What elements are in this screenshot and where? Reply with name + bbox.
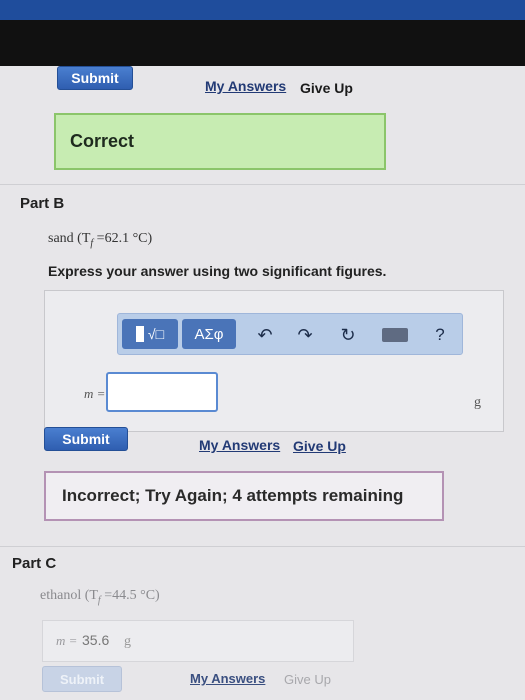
divider: [0, 546, 525, 547]
correct-feedback-text: Correct: [70, 131, 135, 151]
top-bezel: [0, 0, 525, 20]
part-b-give-up-link[interactable]: Give Up: [293, 438, 346, 454]
part-c-submit-button[interactable]: Submit: [42, 666, 122, 692]
undo-icon[interactable]: ↶: [253, 323, 277, 347]
part-c-unit: g: [124, 634, 131, 649]
part-b-question-prefix: sand (T: [48, 231, 91, 246]
part-b-submit-button[interactable]: Submit: [44, 427, 128, 451]
part-c-question-prefix: ethanol (T: [40, 588, 98, 603]
template-button[interactable]: √□: [122, 319, 178, 349]
answer-unit: g: [474, 395, 481, 410]
part-c-my-answers-link[interactable]: My Answers: [190, 671, 265, 686]
part-c-give-up-link[interactable]: Give Up: [284, 672, 331, 687]
part-c-question-value: =44.5 °C): [100, 588, 160, 603]
math-toolbar: √□ ΑΣφ ↶ ↷ ↻ ?: [117, 313, 463, 355]
part-b-instruction: Express your answer using two significan…: [48, 263, 387, 279]
answer-variable-label: m =: [84, 386, 106, 401]
part-b-label: Part B: [20, 195, 65, 212]
reset-icon[interactable]: ↻: [336, 323, 360, 347]
template-label: √□: [147, 326, 165, 342]
part-b-my-answers-link[interactable]: My Answers: [199, 437, 280, 453]
part-c-answer-value: 35.6: [82, 632, 110, 648]
part-c-variable-label: m =: [56, 633, 78, 648]
correct-feedback: Correct: [54, 113, 386, 170]
part-a-my-answers-link[interactable]: My Answers: [205, 78, 286, 94]
redo-icon[interactable]: ↷: [293, 323, 317, 347]
divider: [0, 184, 525, 185]
part-c-label: Part C: [12, 555, 57, 572]
incorrect-feedback-text: Incorrect; Try Again; 4 attempts remaini…: [62, 486, 404, 505]
incorrect-feedback: Incorrect; Try Again; 4 attempts remaini…: [44, 471, 444, 521]
answer-input[interactable]: [106, 372, 218, 412]
part-c-question: ethanol (Tf =44.5 °C): [40, 588, 160, 606]
top-dark-bar: [0, 20, 525, 66]
help-icon[interactable]: ?: [428, 323, 452, 347]
keyboard-icon[interactable]: [380, 325, 410, 345]
part-a-give-up-link[interactable]: Give Up: [300, 80, 353, 96]
part-b-question-value: =62.1 °C): [93, 231, 153, 246]
part-b-question: sand (Tf =62.1 °C): [48, 231, 152, 249]
part-a-submit-button[interactable]: Submit: [57, 66, 133, 90]
greek-symbols-button[interactable]: ΑΣφ: [182, 319, 236, 349]
template-icon: [135, 326, 144, 342]
